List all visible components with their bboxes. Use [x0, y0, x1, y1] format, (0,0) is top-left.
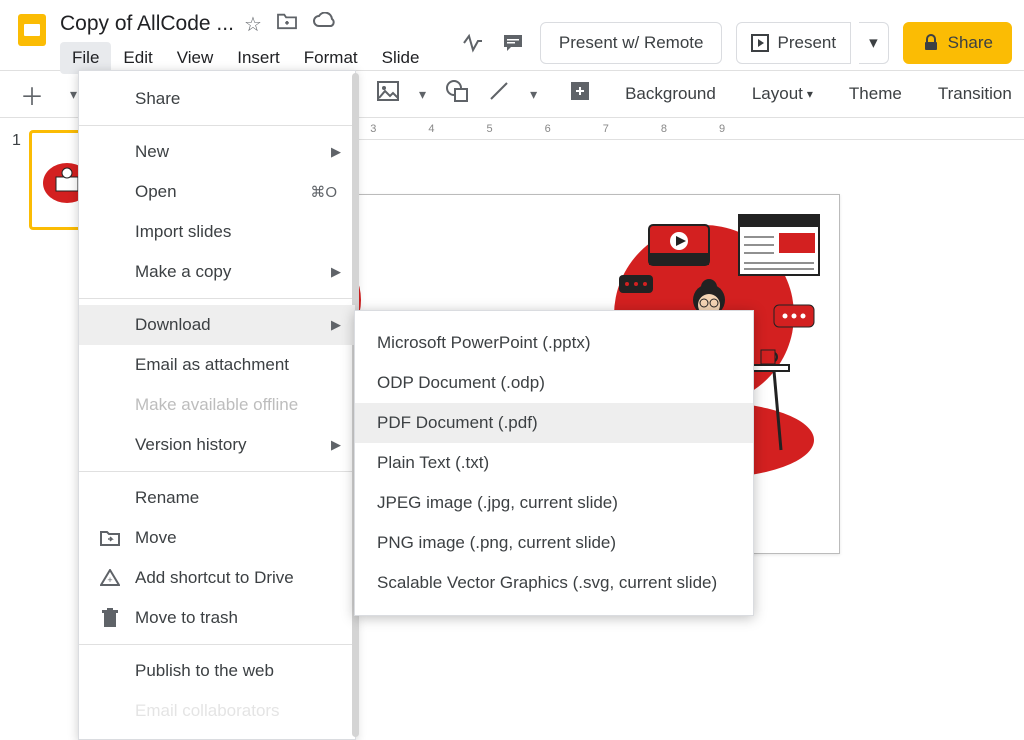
trash-icon	[99, 608, 121, 628]
line-dropdown[interactable]: ▾	[520, 80, 547, 109]
menu-rename[interactable]: Rename	[79, 478, 355, 518]
present-dropdown[interactable]: ▾	[859, 22, 889, 64]
theme-button[interactable]: Theme	[837, 78, 914, 110]
shape-button[interactable]	[436, 74, 478, 115]
menu-email-collaborators[interactable]: Email collaborators	[79, 691, 355, 731]
menu-open[interactable]: Open⌘O	[79, 172, 355, 212]
download-png[interactable]: PNG image (.png, current slide)	[355, 523, 753, 563]
star-icon[interactable]: ☆	[244, 12, 262, 37]
lock-icon	[922, 34, 940, 52]
present-button[interactable]: Present	[736, 22, 851, 64]
transition-button[interactable]: Transition	[926, 78, 1024, 110]
download-jpeg[interactable]: JPEG image (.jpg, current slide)	[355, 483, 753, 523]
activity-icon[interactable]	[460, 30, 486, 56]
menu-move-trash[interactable]: Move to trash	[79, 598, 355, 638]
new-slide-button[interactable]: ＋	[10, 71, 54, 118]
menu-add-shortcut[interactable]: +Add shortcut to Drive	[79, 558, 355, 598]
menu-new[interactable]: New▶	[79, 132, 355, 172]
share-button[interactable]: Share	[903, 22, 1012, 64]
slide-thumbnail-number: 1	[12, 130, 21, 230]
submenu-arrow-icon: ▶	[331, 264, 341, 280]
line-button[interactable]	[478, 74, 520, 115]
menu-import-slides[interactable]: Import slides	[79, 212, 355, 252]
shortcut-label: ⌘O	[310, 183, 337, 201]
menu-version-history[interactable]: Version history▶	[79, 425, 355, 465]
svg-text:+: +	[107, 575, 112, 585]
submenu-arrow-icon: ▶	[331, 317, 341, 333]
menu-publish-web[interactable]: Publish to the web	[79, 651, 355, 691]
cloud-status-icon[interactable]	[312, 12, 336, 36]
comments-icon[interactable]	[500, 30, 526, 56]
menu-slide[interactable]: Slide	[370, 42, 432, 74]
submenu-arrow-icon: ▶	[331, 437, 341, 453]
download-pptx[interactable]: Microsoft PowerPoint (.pptx)	[355, 323, 753, 363]
folder-icon	[99, 530, 121, 546]
insert-image-button[interactable]	[367, 74, 409, 114]
submenu-arrow-icon: ▶	[331, 144, 341, 160]
move-folder-icon[interactable]	[276, 12, 298, 36]
present-remote-button[interactable]: Present w/ Remote	[540, 22, 723, 64]
menu-move[interactable]: Move	[79, 518, 355, 558]
share-label: Share	[948, 33, 993, 53]
download-odp[interactable]: ODP Document (.odp)	[355, 363, 753, 403]
image-dropdown[interactable]: ▾	[409, 80, 436, 109]
menu-available-offline: Make available offline	[79, 385, 355, 425]
download-pdf[interactable]: PDF Document (.pdf)	[355, 403, 753, 443]
menu-email-attachment[interactable]: Email as attachment	[79, 345, 355, 385]
download-submenu: Microsoft PowerPoint (.pptx) ODP Documen…	[354, 310, 754, 616]
layout-button[interactable]: Layout▾	[740, 78, 825, 110]
download-svg[interactable]: Scalable Vector Graphics (.svg, current …	[355, 563, 753, 603]
document-title[interactable]: Copy of AllCode ...	[60, 12, 234, 36]
present-label: Present	[777, 33, 836, 53]
menu-make-copy[interactable]: Make a copy▶	[79, 252, 355, 292]
download-txt[interactable]: Plain Text (.txt)	[355, 443, 753, 483]
slides-logo[interactable]	[12, 8, 52, 62]
menu-download[interactable]: Download▶	[79, 305, 355, 345]
file-menu-dropdown: Share New▶ Open⌘O Import slides Make a c…	[78, 70, 356, 740]
insert-comment-button[interactable]	[559, 74, 601, 115]
drive-shortcut-icon: +	[99, 569, 121, 587]
background-button[interactable]: Background	[613, 78, 728, 110]
menu-share[interactable]: Share	[79, 79, 355, 119]
